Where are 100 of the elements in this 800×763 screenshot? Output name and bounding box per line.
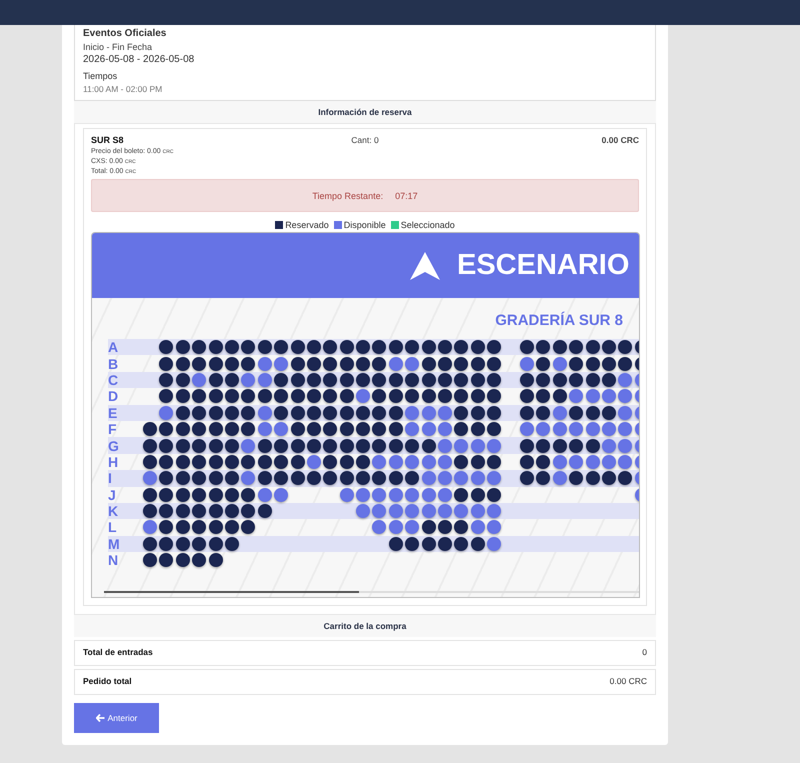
seat[interactable] bbox=[405, 471, 420, 486]
seat[interactable] bbox=[290, 340, 305, 354]
seat[interactable] bbox=[618, 471, 632, 486]
seat[interactable] bbox=[143, 422, 157, 436]
seat[interactable] bbox=[454, 520, 468, 534]
seat[interactable] bbox=[159, 438, 174, 453]
seat[interactable] bbox=[372, 422, 386, 436]
seat[interactable] bbox=[422, 389, 436, 404]
seat[interactable] bbox=[388, 438, 403, 453]
seat[interactable] bbox=[241, 389, 256, 404]
seat[interactable] bbox=[372, 372, 386, 387]
seat[interactable] bbox=[405, 389, 420, 404]
seat[interactable] bbox=[405, 372, 420, 387]
seat[interactable] bbox=[487, 406, 502, 420]
seat[interactable] bbox=[208, 553, 223, 568]
seat[interactable] bbox=[586, 406, 600, 420]
seat[interactable] bbox=[569, 340, 584, 354]
seat[interactable] bbox=[520, 438, 534, 453]
seat[interactable] bbox=[454, 406, 468, 420]
seat[interactable] bbox=[487, 356, 502, 371]
seat[interactable] bbox=[569, 406, 584, 420]
seat[interactable] bbox=[176, 520, 190, 534]
seat[interactable] bbox=[405, 340, 420, 354]
seat[interactable] bbox=[290, 406, 305, 420]
seat[interactable] bbox=[569, 372, 584, 387]
seat[interactable] bbox=[241, 406, 256, 420]
seat[interactable] bbox=[487, 422, 502, 436]
seat[interactable] bbox=[487, 454, 502, 469]
seat[interactable] bbox=[405, 438, 420, 453]
seat[interactable] bbox=[356, 372, 370, 387]
seat[interactable] bbox=[176, 488, 190, 502]
seat[interactable] bbox=[176, 372, 190, 387]
seat[interactable] bbox=[602, 372, 616, 387]
seat[interactable] bbox=[323, 422, 338, 436]
seat[interactable] bbox=[258, 454, 272, 469]
seat[interactable] bbox=[388, 471, 403, 486]
seat[interactable] bbox=[602, 356, 616, 371]
seat[interactable] bbox=[340, 406, 354, 420]
seat[interactable] bbox=[176, 422, 190, 436]
seat[interactable] bbox=[340, 454, 354, 469]
seat[interactable] bbox=[224, 356, 239, 371]
seat[interactable] bbox=[520, 389, 534, 404]
seat[interactable] bbox=[438, 520, 452, 534]
seat[interactable] bbox=[176, 454, 190, 469]
seat[interactable] bbox=[536, 389, 550, 404]
seat[interactable] bbox=[143, 438, 157, 453]
seat[interactable] bbox=[618, 356, 632, 371]
seat[interactable] bbox=[470, 372, 485, 387]
seat[interactable] bbox=[306, 372, 321, 387]
seat[interactable] bbox=[241, 356, 256, 371]
seat[interactable] bbox=[176, 471, 190, 486]
seat[interactable] bbox=[340, 340, 354, 354]
seat[interactable] bbox=[290, 389, 305, 404]
seat[interactable] bbox=[176, 536, 190, 551]
seat[interactable] bbox=[241, 520, 256, 534]
seat[interactable] bbox=[176, 389, 190, 404]
seat[interactable] bbox=[372, 389, 386, 404]
seat[interactable] bbox=[224, 389, 239, 404]
seat[interactable] bbox=[323, 372, 338, 387]
seat[interactable] bbox=[405, 536, 420, 551]
seat[interactable] bbox=[143, 536, 157, 551]
seat[interactable] bbox=[241, 504, 256, 518]
seat[interactable] bbox=[159, 536, 174, 551]
seat[interactable] bbox=[208, 372, 223, 387]
seat[interactable] bbox=[536, 471, 550, 486]
seat[interactable] bbox=[192, 454, 206, 469]
seat[interactable] bbox=[224, 406, 239, 420]
seat[interactable] bbox=[224, 454, 239, 469]
seat[interactable] bbox=[274, 454, 288, 469]
seat[interactable] bbox=[372, 438, 386, 453]
seat[interactable] bbox=[356, 438, 370, 453]
seat[interactable] bbox=[372, 356, 386, 371]
seat[interactable] bbox=[208, 471, 223, 486]
seat[interactable] bbox=[388, 389, 403, 404]
seat[interactable] bbox=[388, 406, 403, 420]
seat[interactable] bbox=[520, 406, 534, 420]
seat[interactable] bbox=[290, 372, 305, 387]
seat[interactable] bbox=[192, 536, 206, 551]
seat[interactable] bbox=[569, 471, 584, 486]
seat[interactable] bbox=[274, 438, 288, 453]
seat[interactable] bbox=[586, 356, 600, 371]
seat[interactable] bbox=[306, 389, 321, 404]
seat[interactable] bbox=[520, 340, 534, 354]
seat[interactable] bbox=[159, 389, 174, 404]
seat[interactable] bbox=[192, 406, 206, 420]
seat[interactable] bbox=[323, 389, 338, 404]
seat[interactable] bbox=[192, 520, 206, 534]
seat[interactable] bbox=[192, 504, 206, 518]
seat[interactable] bbox=[323, 356, 338, 371]
seat[interactable] bbox=[388, 422, 403, 436]
seat[interactable] bbox=[520, 372, 534, 387]
seat[interactable] bbox=[258, 389, 272, 404]
seat[interactable] bbox=[356, 422, 370, 436]
seat[interactable] bbox=[454, 356, 468, 371]
seat[interactable] bbox=[224, 504, 239, 518]
seat[interactable] bbox=[290, 471, 305, 486]
seat[interactable] bbox=[552, 389, 567, 404]
seat[interactable] bbox=[176, 356, 190, 371]
seat[interactable] bbox=[208, 406, 223, 420]
seat[interactable] bbox=[470, 356, 485, 371]
